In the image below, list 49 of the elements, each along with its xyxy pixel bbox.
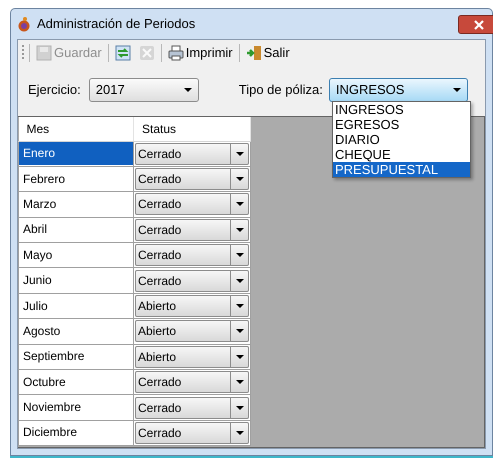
caret-icon	[236, 329, 244, 334]
caret-icon	[236, 354, 244, 359]
caret-icon	[236, 406, 244, 410]
dropdown-option[interactable]: PRESUPUESTAL	[333, 162, 470, 177]
refresh-icon	[114, 45, 131, 61]
exit-button[interactable]: Salir	[244, 43, 292, 63]
column-header[interactable]: Mes	[18, 117, 134, 141]
status-dropdown[interactable]: Cerrado	[135, 193, 249, 216]
close-icon	[474, 20, 484, 30]
dropdown-option[interactable]: CHEQUE	[333, 147, 470, 162]
app-icon	[17, 16, 31, 32]
dropdown-option[interactable]: DIARIO	[333, 132, 470, 147]
refresh-button[interactable]	[112, 45, 133, 61]
status-dropdown[interactable]: Abierto	[135, 320, 249, 342]
dropdown-option[interactable]: EGRESOS	[333, 117, 470, 132]
printer-icon	[168, 45, 184, 61]
status-dropdown[interactable]: Cerrado	[135, 142, 249, 165]
save-icon	[36, 45, 52, 61]
close-button[interactable]	[458, 14, 493, 34]
caret-icon	[236, 177, 244, 182]
status-dropdown[interactable]: Abierto	[135, 295, 249, 318]
status-dropdown[interactable]: Cerrado	[135, 396, 249, 419]
caret-icon	[236, 380, 244, 384]
caret-icon	[236, 304, 244, 308]
status-dropdown[interactable]: Cerrado	[135, 422, 249, 444]
caret-icon	[236, 202, 244, 206]
window-title: Administración de Periodos	[37, 15, 196, 34]
caret-icon	[236, 253, 244, 258]
status-dropdown[interactable]: Cerrado	[135, 270, 249, 292]
delete-icon	[138, 45, 155, 61]
caret-icon	[236, 278, 244, 283]
status-dropdown[interactable]: Cerrado	[135, 218, 249, 241]
status-dropdown[interactable]: Abierto	[135, 346, 249, 368]
tipo-poliza-dropdown[interactable]: INGRESOS	[328, 78, 468, 102]
month-cell[interactable]: Enero	[19, 142, 133, 166]
status-dropdown[interactable]: Cerrado	[135, 244, 249, 266]
ejercicio-dropdown[interactable]: 2017	[88, 78, 199, 102]
status-dropdown[interactable]: Cerrado	[135, 168, 249, 190]
print-button[interactable]: Imprimir	[166, 43, 235, 63]
caret-icon	[236, 228, 244, 232]
caret-icon	[236, 152, 244, 156]
caret-icon	[236, 430, 244, 435]
exit-door-icon	[246, 45, 262, 61]
dropdown-option[interactable]: INGRESOS	[333, 102, 470, 117]
ejercicio-label: Ejercicio:	[28, 81, 81, 100]
status-dropdown[interactable]: Cerrado	[135, 371, 249, 394]
tipo-poliza-label: Tipo de póliza:	[238, 81, 323, 100]
grip-icon	[22, 44, 25, 62]
column-header[interactable]: Status	[134, 117, 250, 141]
